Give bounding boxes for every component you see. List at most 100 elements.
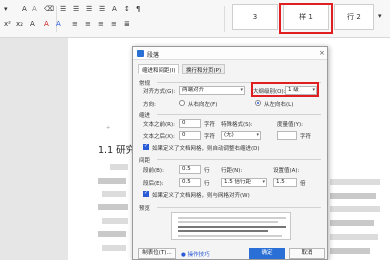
- preview-line: [178, 217, 286, 219]
- paragraph-mark: +: [106, 125, 111, 131]
- measure-label: 度量值(Y):: [277, 122, 304, 128]
- space-before-input[interactable]: 0.5: [179, 165, 201, 174]
- style-gallery-item[interactable]: 3: [232, 4, 278, 30]
- blurred-text-line: [110, 164, 128, 170]
- align-left-button[interactable]: ≡: [72, 20, 78, 28]
- tab-stops-button[interactable]: 制表位(T)...: [138, 248, 176, 259]
- superscript-button[interactable]: x²: [4, 20, 11, 28]
- auto-adjust-indent-checkbox[interactable]: [143, 143, 149, 150]
- section-divider: [157, 207, 321, 208]
- snap-to-grid-checkbox[interactable]: [143, 190, 149, 197]
- increase-indent-button[interactable]: ☰: [99, 5, 105, 13]
- dialog-title: 段落: [147, 52, 160, 59]
- preview-line: [178, 226, 286, 228]
- indent-after-input[interactable]: 0: [179, 131, 201, 140]
- blurred-text-line: [330, 193, 376, 199]
- distribute-button[interactable]: ≣: [124, 20, 130, 28]
- font-size-dropdown[interactable]: ▾: [4, 5, 8, 13]
- grow-font-button[interactable]: A: [22, 5, 27, 13]
- shrink-font-button[interactable]: A: [32, 5, 37, 13]
- bullets-button[interactable]: ☰: [60, 5, 66, 13]
- style-scroll-down-icon[interactable]: ▾: [378, 12, 382, 20]
- decrease-indent-button[interactable]: ☰: [86, 5, 92, 13]
- section-general-heading: 常规: [139, 81, 151, 87]
- sort-button[interactable]: ↕: [124, 5, 130, 13]
- rtl-label: 从右向左(F): [188, 102, 218, 108]
- close-icon[interactable]: ×: [319, 49, 325, 57]
- style-gallery-item[interactable]: 行 2: [334, 4, 374, 30]
- operation-tips-link[interactable]: ● 操作技巧: [181, 250, 210, 258]
- preview-line: [178, 230, 268, 232]
- chevron-down-icon: ▾: [256, 132, 259, 138]
- special-format-value: (无): [224, 132, 234, 138]
- operation-tips-label: 操作技巧: [187, 252, 210, 258]
- line-spacing-value: 1.5 倍行距: [224, 179, 251, 185]
- subscript-button[interactable]: x₂: [16, 20, 23, 28]
- section-indent-heading: 缩进: [139, 113, 151, 119]
- indent-after-unit[interactable]: 字符: [204, 132, 215, 140]
- highlight-button[interactable]: A: [44, 20, 49, 28]
- show-marks-button[interactable]: ¶: [136, 5, 140, 13]
- setvalue-input[interactable]: 1.5: [273, 178, 297, 187]
- blurred-text-line: [98, 231, 126, 237]
- space-before-unit[interactable]: 行: [204, 166, 210, 174]
- blurred-text-line: [330, 234, 378, 240]
- ribbon-toolbar: ▾ A A ⌫ ☰ ☰ ☰ ☰ A ↕ ¶ x² x₂ A A A ≡ ≡ ≡ …: [0, 0, 390, 38]
- direction-label: 方向:: [143, 102, 156, 108]
- section-divider: [157, 114, 321, 115]
- ok-button[interactable]: 确定: [249, 248, 285, 259]
- indent-before-input[interactable]: 0: [179, 119, 201, 128]
- special-format-label: 特殊格式(S):: [221, 122, 253, 128]
- chevron-down-icon: ▾: [262, 179, 265, 185]
- blurred-text-line: [98, 204, 128, 210]
- tab-line-page-breaks[interactable]: 换行和分页(P): [182, 64, 226, 74]
- ribbon-divider: [56, 6, 57, 32]
- alignment-label: 对齐方式(G):: [143, 89, 176, 95]
- font-color-button[interactable]: A: [56, 20, 61, 28]
- blurred-text-line: [330, 220, 374, 226]
- ltr-radio[interactable]: [255, 100, 261, 106]
- indent-before-label: 文本之前(R):: [143, 122, 175, 128]
- paragraph-preview: [171, 212, 291, 240]
- indent-after-label: 文本之后(X):: [143, 134, 175, 140]
- measure-input[interactable]: [277, 131, 297, 140]
- line-spacing-select[interactable]: 1.5 倍行距 ▾: [221, 178, 267, 187]
- blurred-text-line: [102, 218, 128, 224]
- space-after-input[interactable]: 0.5: [179, 178, 201, 187]
- highlight-annotation-box: [279, 3, 333, 34]
- space-before-label: 段前(B):: [143, 168, 164, 174]
- highlight-annotation-box: [251, 82, 319, 97]
- justify-button[interactable]: ≡: [111, 20, 117, 28]
- ribbon-divider: [224, 6, 225, 32]
- space-after-unit[interactable]: 行: [204, 179, 210, 187]
- preview-line: [178, 235, 282, 237]
- setvalue-label: 设置值(A):: [273, 168, 300, 174]
- dialog-titlebar[interactable]: 段落 ×: [133, 47, 327, 60]
- alignment-value: 两端对齐: [182, 87, 205, 93]
- blurred-text-line: [98, 178, 126, 184]
- chevron-down-icon: ▾: [240, 87, 243, 93]
- setvalue-unit[interactable]: 倍: [300, 179, 306, 187]
- section-spacing-heading: 间距: [139, 158, 151, 164]
- numbering-button[interactable]: ☰: [73, 5, 79, 13]
- tab-indent-spacing[interactable]: 缩进和间距(I): [138, 64, 180, 74]
- blurred-text-line: [330, 206, 380, 212]
- space-after-label: 段后(E):: [143, 181, 164, 187]
- text-effect-button[interactable]: A: [30, 20, 35, 28]
- special-format-select[interactable]: (无) ▾: [221, 131, 261, 140]
- measure-unit[interactable]: 字符: [300, 132, 311, 140]
- blurred-text-line: [330, 248, 370, 254]
- blurred-text-line: [330, 179, 380, 185]
- blurred-text-line: [102, 191, 126, 197]
- align-center-button[interactable]: ≡: [85, 20, 91, 28]
- align-right-button[interactable]: ≡: [98, 20, 104, 28]
- chinese-layout-button[interactable]: A: [112, 5, 117, 13]
- indent-before-unit[interactable]: 字符: [204, 120, 215, 128]
- rtl-radio[interactable]: [179, 100, 185, 106]
- app-logo-icon: [137, 50, 144, 57]
- auto-adjust-indent-label: 如果定义了文档网格，则自动调整右缩进(D): [152, 146, 260, 152]
- snap-to-grid-label: 如果定义了文档网格，则与网格对齐(W): [152, 193, 250, 199]
- clear-format-button[interactable]: ⌫: [44, 5, 54, 13]
- alignment-select[interactable]: 两端对齐 ▾: [179, 86, 245, 95]
- cancel-button[interactable]: 取消: [289, 248, 325, 259]
